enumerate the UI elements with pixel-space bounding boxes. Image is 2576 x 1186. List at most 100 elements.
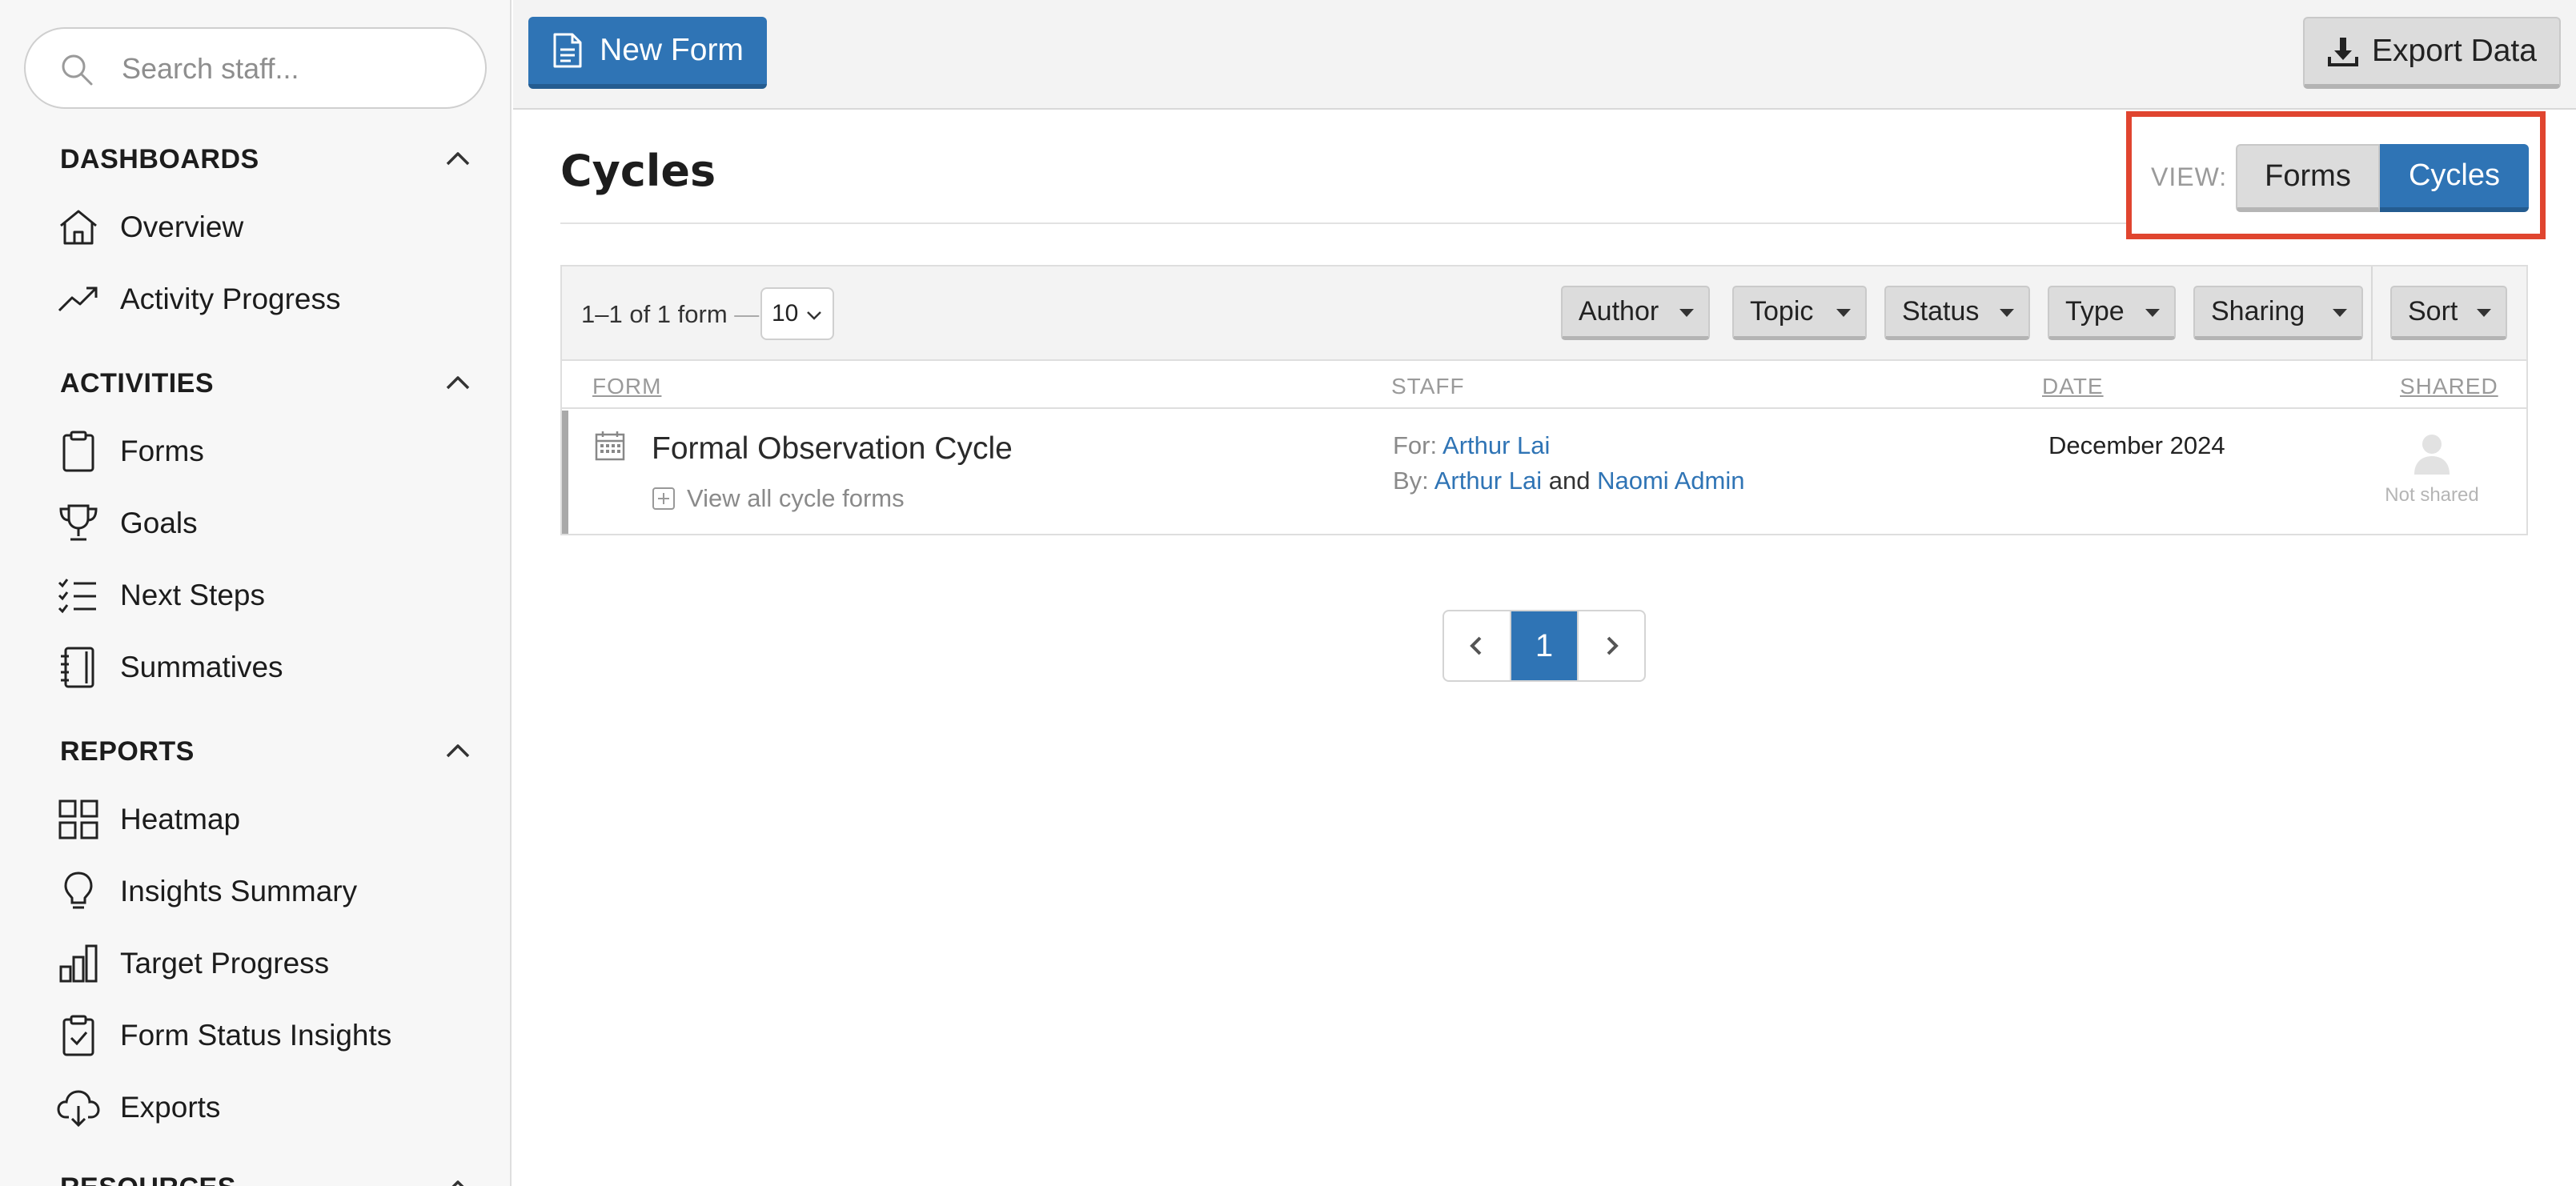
sidebar-item-form-status-insights[interactable]: Form Status Insights (56, 1007, 488, 1064)
sidebar-item-forms[interactable]: Forms (56, 423, 488, 480)
sort-button[interactable]: Sort (2390, 286, 2507, 340)
section-title: REPORTS (60, 735, 195, 767)
staff-for-line: For: Arthur Lai (1393, 431, 1550, 460)
pagination: 1 (1442, 610, 1646, 682)
sidebar-item-label: Insights Summary (120, 875, 358, 908)
caret-down-icon (2333, 309, 2347, 317)
sidebar-item-summatives[interactable]: Summatives (56, 639, 488, 696)
sidebar-item-label: Target Progress (120, 947, 330, 980)
filter-sharing-button[interactable]: Sharing (2193, 286, 2363, 340)
sidebar-item-insights-summary[interactable]: Insights Summary (56, 863, 488, 920)
plus-square-icon (652, 487, 676, 511)
grid-icon (56, 797, 101, 842)
person-icon (2412, 431, 2452, 476)
per-page-select[interactable]: 10 (760, 287, 834, 340)
section-resources-header[interactable]: RESOURCES (60, 1165, 476, 1186)
trend-up-icon (56, 277, 101, 322)
cycle-name-link[interactable]: Formal Observation Cycle (652, 431, 1013, 467)
sidebar-item-next-steps[interactable]: Next Steps (56, 567, 488, 624)
export-data-button[interactable]: Export Data (2303, 17, 2561, 89)
previous-page-button[interactable] (1444, 611, 1511, 680)
column-header-form[interactable]: FORM (592, 374, 661, 399)
staff-link-by-2[interactable]: Naomi Admin (1597, 467, 1744, 495)
caret-down-icon (1679, 309, 1694, 317)
sidebar-item-label: Next Steps (120, 579, 265, 611)
results-count-dash: — (734, 300, 760, 328)
search-input[interactable] (122, 45, 458, 93)
cycles-table: 1–1 of 1 form — 10 Author Topic Status T… (560, 265, 2528, 535)
chevron-up-icon[interactable] (441, 142, 475, 176)
caret-down-icon (2477, 309, 2491, 317)
chevron-up-icon[interactable] (441, 367, 475, 400)
sidebar-item-label: Summatives (120, 651, 283, 683)
lightbulb-icon (56, 869, 101, 914)
table-row[interactable]: Formal Observation Cycle View all cycle … (562, 411, 2526, 534)
clipboard-icon (56, 429, 101, 474)
section-title: DASHBOARDS (60, 143, 259, 174)
filter-label: Topic (1750, 296, 1814, 327)
view-toggle-highlight: VIEW: Forms Cycles (2126, 111, 2546, 239)
staff-link-by-1[interactable]: Arthur Lai (1434, 467, 1542, 495)
caret-down-icon (2145, 309, 2160, 317)
sort-label: Sort (2408, 296, 2458, 327)
column-header-staff: STAFF (1391, 374, 1465, 399)
staff-by-line: By: Arthur Lai and Naomi Admin (1393, 467, 1744, 495)
chevron-down-icon (804, 305, 825, 326)
filter-topic-button[interactable]: Topic (1732, 286, 1867, 340)
sidebar-item-exports[interactable]: Exports (56, 1079, 488, 1136)
per-page-value: 10 (772, 300, 799, 327)
sidebar-item-goals[interactable]: Goals (56, 495, 488, 552)
staff-link-for[interactable]: Arthur Lai (1442, 431, 1550, 459)
sidebar-item-target-progress[interactable]: Target Progress (56, 935, 488, 992)
search-box[interactable] (24, 27, 487, 109)
checklist-icon (56, 573, 101, 618)
view-forms-button[interactable]: Forms (2236, 144, 2380, 212)
chevron-left-icon (1465, 634, 1489, 658)
column-header-date[interactable]: DATE (2042, 374, 2104, 399)
column-header-shared[interactable]: SHARED (2400, 374, 2498, 399)
export-data-label: Export Data (2372, 34, 2537, 68)
filter-bar: 1–1 of 1 form — 10 Author Topic Status T… (562, 266, 2526, 361)
by-joiner: and (1548, 467, 1591, 495)
cloud-download-icon (56, 1085, 101, 1130)
view-all-cycle-forms-link[interactable]: View all cycle forms (652, 484, 905, 513)
new-form-label: New Form (600, 33, 744, 67)
filter-label: Author (1579, 296, 1659, 327)
filter-divider (2371, 266, 2373, 361)
sidebar-item-label: Overview (120, 210, 244, 243)
section-dashboards-header[interactable]: DASHBOARDS (60, 137, 476, 182)
search-icon (58, 50, 96, 89)
next-page-button[interactable] (1577, 611, 1644, 680)
sidebar-item-activity-progress[interactable]: Activity Progress (56, 270, 488, 328)
chevron-up-icon[interactable] (441, 735, 475, 768)
for-prefix: For: (1393, 431, 1438, 459)
sidebar-item-label: Goals (120, 507, 198, 539)
filter-type-button[interactable]: Type (2048, 286, 2176, 340)
table-header: FORM STAFF DATE SHARED (562, 361, 2526, 409)
notebook-icon (56, 645, 101, 690)
trophy-icon (56, 501, 101, 546)
sidebar-item-label: Activity Progress (120, 282, 341, 315)
section-title: ACTIVITIES (60, 367, 215, 399)
filter-status-button[interactable]: Status (1884, 286, 2030, 340)
sidebar-item-heatmap[interactable]: Heatmap (56, 791, 488, 848)
section-reports-header[interactable]: REPORTS (60, 729, 476, 774)
page-title: Cycles (560, 146, 716, 196)
section-title: RESOURCES (60, 1172, 236, 1186)
filter-author-button[interactable]: Author (1561, 286, 1710, 340)
sidebar-item-label: Exports (120, 1091, 221, 1124)
top-toolbar: New Form Export Data (513, 0, 2576, 110)
page-button-current[interactable]: 1 (1511, 611, 1577, 680)
caret-down-icon (1836, 309, 1851, 317)
title-divider (560, 222, 2129, 224)
sidebar-item-overview[interactable]: Overview (56, 198, 488, 256)
bar-chart-icon (56, 941, 101, 986)
new-form-button[interactable]: New Form (528, 17, 767, 89)
document-icon (552, 32, 584, 69)
filter-label: Status (1902, 296, 1980, 327)
by-prefix: By: (1393, 467, 1429, 495)
section-activities-header[interactable]: ACTIVITIES (60, 361, 476, 406)
view-cycles-button[interactable]: Cycles (2380, 144, 2529, 212)
sidebar-item-label: Forms (120, 435, 204, 467)
chevron-up-icon[interactable] (441, 1171, 475, 1186)
